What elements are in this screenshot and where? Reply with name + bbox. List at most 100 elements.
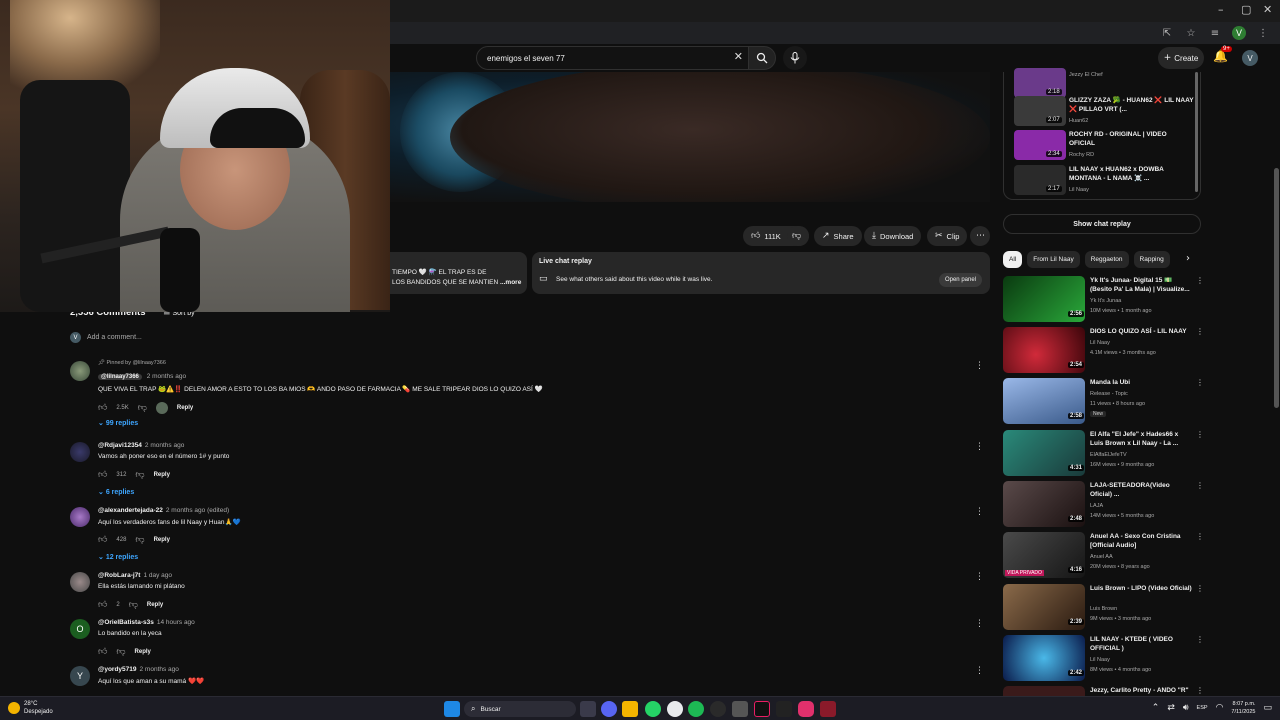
thumbs-down-icon[interactable]: 👎︎	[138, 403, 147, 413]
wifi-icon[interactable]: ◠	[1216, 703, 1224, 713]
commenter-avatar[interactable]	[70, 572, 90, 592]
network-icon[interactable]: ⇄	[1167, 703, 1175, 713]
task-view-icon[interactable]	[580, 701, 596, 717]
thumbs-up-icon[interactable]: 👍︎	[98, 470, 107, 480]
app-icon[interactable]	[732, 701, 748, 717]
reply-button[interactable]: Reply	[177, 405, 193, 411]
video-menu-icon[interactable]: ⋮	[1196, 276, 1204, 285]
comment-menu-icon[interactable]: ⋮	[975, 572, 984, 582]
reply-button[interactable]: Reply	[135, 649, 151, 655]
chat-list-item[interactable]: 2:07 GLIZZY ZAZA 🥦 - HUAN62 ❌ LIL NAAY ❌…	[1014, 96, 1194, 128]
comment-time[interactable]: 2 months ago	[145, 442, 184, 449]
commenter-avatar[interactable]: O	[70, 619, 90, 639]
commenter-avatar[interactable]	[70, 442, 90, 462]
minimize-button[interactable]: –	[1218, 3, 1224, 16]
recommendation-item[interactable]: 2:56 Yk It's Junaa- Digital 15 💵 (Besito…	[1003, 276, 1204, 326]
comment-menu-icon[interactable]: ⋮	[975, 442, 984, 452]
taskbar-search[interactable]: ⌕ Buscar	[464, 701, 576, 717]
recommendation-item[interactable]: 2:42 LIL NAAY - KTEDE ( VIDEO OFFICIAL )…	[1003, 635, 1204, 685]
view-replies-button[interactable]: ⌄ 12 replies	[98, 553, 138, 561]
reply-button[interactable]: Reply	[147, 602, 163, 608]
chat-list-item[interactable]: 2:17 LIL NAAY x HUAN62 x DOWBA MONTANA -…	[1014, 165, 1194, 197]
thumbs-up-icon[interactable]: 👍︎	[98, 600, 107, 610]
show-more-link[interactable]: ...more	[500, 279, 521, 286]
download-button[interactable]: ⤓ Download	[864, 226, 922, 246]
discord-icon[interactable]	[601, 701, 617, 717]
comment-author[interactable]: @OrielBatista-s3s	[98, 619, 154, 626]
show-chat-replay-button[interactable]: Show chat replay	[1003, 214, 1201, 234]
recommendation-item[interactable]: Jezzy, Carlito Pretty - ANDO "R" ⋮	[1003, 686, 1203, 696]
thumbs-down-icon[interactable]: 👎︎	[135, 535, 144, 545]
video-menu-icon[interactable]: ⋮	[1196, 378, 1204, 387]
recommendation-item[interactable]: 4:31 El Alfa "El Jefe" x Hades66 x Luis …	[1003, 430, 1204, 480]
video-menu-icon[interactable]: ⋮	[1196, 430, 1204, 439]
comment-menu-icon[interactable]: ⋮	[975, 666, 984, 676]
clip-button[interactable]: ✂ Clip	[927, 226, 968, 246]
notifications-icon[interactable]: ▭	[1263, 703, 1272, 713]
voice-search-button[interactable]	[783, 46, 807, 70]
open-panel-button[interactable]: Open panel	[938, 273, 982, 287]
search-input[interactable]: enemigos el seven 77 ✕	[476, 46, 750, 70]
whatsapp-icon[interactable]	[645, 701, 661, 717]
clear-search-icon[interactable]: ✕	[734, 50, 743, 63]
reply-button[interactable]: Reply	[154, 537, 170, 543]
video-menu-icon[interactable]: ⋮	[1196, 532, 1204, 541]
more-actions-button[interactable]: ⋯	[970, 226, 990, 246]
browser-menu-icon[interactable]: ⋮	[1256, 26, 1270, 40]
chat-list-item[interactable]: 2:34 ROCHY RD - ORIGINAL | VIDEO OFICIAL…	[1014, 130, 1194, 162]
instagram-icon[interactable]	[798, 701, 814, 717]
recommendation-item[interactable]: 2:54 DIOS LO QUIZO ASÍ - LIL NAAY Lil Na…	[1003, 327, 1204, 377]
comment-time[interactable]: 2 months ago	[140, 666, 179, 673]
obs-icon[interactable]	[710, 701, 726, 717]
close-window-button[interactable]: ✕	[1263, 3, 1272, 16]
maximize-button[interactable]: ▢	[1241, 3, 1251, 16]
search-button[interactable]	[748, 46, 776, 70]
chip-from-lil-naay[interactable]: From Lil Naay	[1027, 250, 1080, 268]
commenter-avatar[interactable]	[70, 361, 90, 381]
comment-author[interactable]: @alexandertejada-22	[98, 507, 163, 514]
create-button[interactable]: + Create	[1158, 47, 1204, 69]
file-explorer-icon[interactable]	[622, 701, 638, 717]
thumbs-down-icon[interactable]: 👎︎	[116, 647, 125, 657]
recommendation-item[interactable]: 2:48 LAJA-SETEADORA(Video Oficial) ... L…	[1003, 481, 1204, 531]
start-button[interactable]	[444, 701, 460, 717]
comment-author[interactable]: @RobLara-j7t	[98, 572, 140, 579]
commenter-avatar[interactable]	[70, 507, 90, 527]
video-menu-icon[interactable]: ⋮	[1196, 635, 1204, 644]
comment-time[interactable]: 14 hours ago	[157, 619, 195, 626]
chip-reggaeton[interactable]: Reggaeton	[1084, 250, 1129, 268]
extensions-icon[interactable]: ≡	[1208, 26, 1222, 40]
tiktok-icon[interactable]	[754, 701, 770, 717]
video-menu-icon[interactable]: ⋮	[1196, 584, 1204, 593]
clock[interactable]: 8:07 p.m. 7/11/2025	[1231, 700, 1255, 716]
chevron-up-icon[interactable]: ⌃	[1152, 703, 1160, 713]
thumbs-up-icon[interactable]: 👍︎	[98, 403, 107, 413]
thumbs-up-icon[interactable]: 👍︎	[98, 535, 107, 545]
add-comment-input[interactable]: V Add a comment...	[70, 332, 142, 343]
chip-rapping[interactable]: Rapping	[1133, 250, 1170, 268]
chat-list-scrollbar[interactable]	[1195, 72, 1198, 192]
recommendation-item[interactable]: 2:58 Manda la Ubi Release - Topic 11 vie…	[1003, 378, 1204, 428]
comment-time[interactable]: 1 day ago	[143, 572, 172, 579]
video-menu-icon[interactable]: ⋮	[1196, 686, 1203, 695]
view-replies-button[interactable]: ⌄ 6 replies	[98, 488, 134, 496]
comment-time[interactable]: 2 months ago (edited)	[166, 507, 229, 514]
commenter-avatar[interactable]: Y	[70, 666, 90, 686]
app-icon[interactable]	[820, 701, 836, 717]
comment-menu-icon[interactable]: ⋮	[975, 507, 984, 517]
language-indicator[interactable]: ESP	[1197, 705, 1208, 711]
dislike-button[interactable]: 👎︎	[787, 226, 809, 246]
install-icon[interactable]: ⇱	[1160, 26, 1174, 40]
view-replies-button[interactable]: ⌄ 99 replies	[98, 419, 138, 427]
reply-button[interactable]: Reply	[154, 472, 170, 478]
bookmark-star-icon[interactable]: ☆	[1184, 26, 1198, 40]
video-menu-icon[interactable]: ⋮	[1196, 481, 1204, 490]
chip-all[interactable]: All	[1003, 250, 1023, 268]
share-button[interactable]: ↗ Share	[814, 226, 862, 246]
page-scrollbar[interactable]	[1272, 44, 1280, 696]
chrome-icon[interactable]	[667, 701, 683, 717]
account-avatar[interactable]: V	[1242, 50, 1258, 66]
comment-menu-icon[interactable]: ⋮	[975, 361, 984, 371]
thumbs-down-icon[interactable]: 👎︎	[135, 470, 144, 480]
volume-icon[interactable]: 🔊︎	[1183, 703, 1189, 713]
